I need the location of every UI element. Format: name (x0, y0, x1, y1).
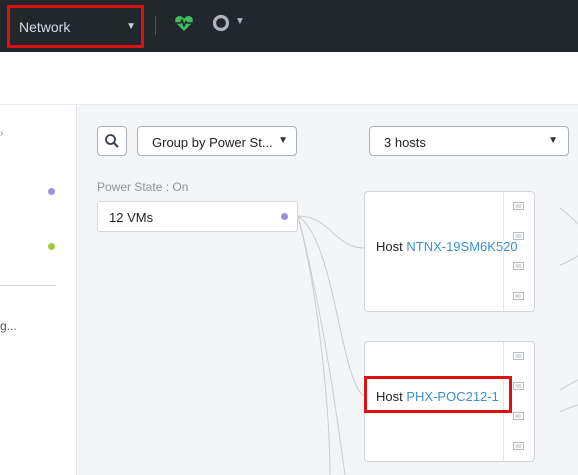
vm-count-label: 12 VMs (109, 210, 154, 225)
list-icon[interactable] (513, 352, 524, 360)
power-state-label: Power State : On (97, 180, 189, 194)
chevron-down-icon: ▼ (548, 135, 558, 146)
host-link[interactable]: NTNX-19SM6K520 (406, 239, 517, 254)
group-by-select[interactable]: Group by Power St... ▼ (137, 126, 297, 156)
search-icon (105, 134, 119, 148)
host-highlight-box (364, 376, 512, 413)
list-icon[interactable] (513, 382, 524, 390)
search-button[interactable] (97, 126, 127, 156)
group-by-select-value: Group by Power St... (152, 135, 273, 150)
list-icon[interactable] (513, 202, 524, 210)
host-card-icon-column (503, 192, 534, 311)
vm-group-node[interactable]: 12 VMs (97, 201, 298, 232)
status-dot-purple (281, 213, 288, 220)
host-prefix: Host (376, 239, 403, 254)
list-icon[interactable] (513, 262, 524, 270)
hosts-select-value: 3 hosts (384, 135, 426, 150)
hosts-select[interactable]: 3 hosts ▼ (369, 126, 569, 156)
host-card[interactable]: Host NTNX-19SM6K520 (364, 191, 535, 312)
chevron-down-icon: ▼ (278, 135, 288, 146)
list-icon[interactable] (513, 442, 524, 450)
host-card-title: Host NTNX-19SM6K520 (376, 239, 518, 254)
list-icon[interactable] (513, 292, 524, 300)
list-icon[interactable] (513, 232, 524, 240)
list-icon[interactable] (513, 412, 524, 420)
